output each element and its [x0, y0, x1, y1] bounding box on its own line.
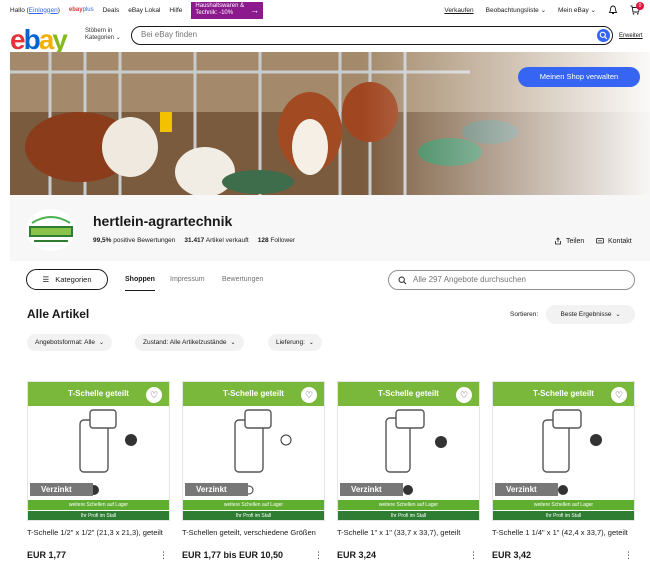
profi-strip: Ihr Profi im Stall	[28, 511, 169, 520]
search-icon	[398, 276, 407, 285]
tab-shop[interactable]: Shoppen	[125, 276, 155, 291]
share-icon	[555, 237, 561, 245]
more-options-icon[interactable]: ⋮	[159, 550, 168, 561]
my-ebay-link[interactable]: Mein eBay ⌄	[558, 6, 596, 14]
product-image[interactable]: T-Schelle geteilt ♡ Verzinkt weitere Sch…	[182, 381, 325, 521]
store-stats: 99,5% positive Bewertungen 31.417 Artike…	[93, 237, 295, 244]
product-price: EUR 1,77	[27, 550, 67, 560]
store-search-input[interactable]	[413, 275, 623, 284]
header: ebay Stöbern in Kategorien ⌄ Erweitert	[0, 20, 650, 55]
galvanized-badge: Verzinkt	[495, 483, 558, 496]
menu-icon: ☰	[42, 275, 50, 284]
chevron-down-icon: ⌄	[98, 340, 105, 346]
store-banner-image: Meinen Shop verwalten	[10, 52, 650, 195]
galvanized-badge: Verzinkt	[30, 483, 93, 496]
profi-strip: Ihr Profi im Stall	[183, 511, 324, 520]
product-price: EUR 3,42	[492, 550, 532, 560]
browse-categories-button[interactable]: Stöbern in Kategorien ⌄	[85, 28, 121, 42]
filter-delivery[interactable]: Lieferung: ⌄	[268, 334, 322, 351]
contact-button[interactable]: Kontakt	[596, 237, 632, 245]
stock-strip: weitere Schellen auf Lager	[28, 500, 169, 510]
chevron-down-icon: ⌄	[115, 35, 121, 41]
manage-shop-button[interactable]: Meinen Shop verwalten	[518, 67, 640, 87]
chevron-down-icon: ⌄	[590, 7, 596, 14]
search-input[interactable]	[141, 30, 581, 39]
product-card[interactable]: T-Schelle geteilt ♡ Verzinkt weitere Sch…	[492, 381, 635, 560]
filter-format[interactable]: Angebotsformat: Alle ⌄	[27, 334, 113, 351]
cart-icon[interactable]: 0	[630, 2, 644, 15]
share-button[interactable]: Teilen	[554, 237, 584, 245]
bell-icon[interactable]	[608, 5, 618, 15]
more-options-icon[interactable]: ⋮	[624, 550, 633, 561]
search-button[interactable]	[597, 28, 610, 42]
help-link[interactable]: Hilfe	[169, 7, 182, 14]
store-logo	[26, 209, 76, 251]
sell-link[interactable]: Verkaufen	[444, 7, 473, 14]
product-image[interactable]: T-Schelle geteilt ♡ Verzinkt weitere Sch…	[27, 381, 170, 521]
profi-strip: Ihr Profi im Stall	[338, 511, 479, 520]
product-image[interactable]: T-Schelle geteilt ♡ Verzinkt weitere Sch…	[337, 381, 480, 521]
store-info-bar: hertlein-agrartechnik 99,5% positive Bew…	[10, 195, 650, 261]
store-search-bar	[388, 270, 635, 290]
stock-strip: weitere Schellen auf Lager	[338, 500, 479, 510]
profi-strip: Ihr Profi im Stall	[493, 511, 634, 520]
sort-dropdown[interactable]: Beste Ergebnisse ⌄	[546, 305, 635, 324]
chevron-down-icon: ⌄	[230, 340, 236, 346]
section-title: Alle Artikel	[27, 307, 90, 321]
product-card[interactable]: T-Schelle geteilt ♡ Verzinkt weitere Sch…	[337, 381, 480, 560]
stock-strip: weitere Schellen auf Lager	[183, 500, 324, 510]
top-nav: Hallo (Einloggen) ebayplus Deals eBay Lo…	[0, 0, 650, 20]
ebay-lokal-link[interactable]: eBay Lokal	[128, 7, 160, 14]
product-card[interactable]: T-Schelle geteilt ♡ Verzinkt weitere Sch…	[182, 381, 325, 560]
tab-imprint[interactable]: Impressum	[170, 276, 205, 283]
filter-condition[interactable]: Zustand: Alle Artikelzustände ⌄	[135, 334, 244, 351]
stock-strip: weitere Schellen auf Lager	[493, 500, 634, 510]
arrow-right-icon: →	[250, 4, 260, 15]
chevron-down-icon: ⌄	[540, 7, 547, 14]
product-title[interactable]: T-Schelle 1/2" x 1/2" (21,3 x 21,3), get…	[27, 528, 170, 548]
galvanized-badge: Verzinkt	[185, 483, 248, 496]
sort-label: Sortieren:	[510, 311, 539, 318]
deals-link[interactable]: Deals	[103, 7, 120, 14]
more-options-icon[interactable]: ⋮	[314, 550, 323, 561]
chevron-down-icon: ⌄	[615, 312, 621, 318]
product-image[interactable]: T-Schelle geteilt ♡ Verzinkt weitere Sch…	[492, 381, 635, 521]
greeting: Hallo (Einloggen)	[10, 6, 60, 14]
search-bar	[131, 26, 613, 45]
store-name: hertlein-agrartechnik	[93, 213, 233, 229]
promo-banner[interactable]: Haushaltswaren & Technik: -10% →	[191, 1, 264, 19]
tab-reviews[interactable]: Bewertungen	[222, 276, 263, 283]
signin-link[interactable]: Einloggen	[29, 7, 58, 14]
categories-button[interactable]: ☰ Kategorien	[26, 269, 108, 290]
ebay-plus-logo[interactable]: ebayplus	[69, 7, 94, 13]
advanced-search-link[interactable]: Erweitert	[619, 33, 643, 39]
product-price: EUR 1,77 bis EUR 10,50	[182, 550, 284, 560]
product-price: EUR 3,24	[337, 550, 377, 560]
product-title[interactable]: T-Schellen geteilt, verschiedene Größen	[182, 528, 325, 548]
message-icon	[596, 238, 604, 244]
cart-count-badge: 0	[636, 2, 644, 10]
watchlist-link[interactable]: Beobachtungsliste ⌄	[486, 6, 546, 14]
more-options-icon[interactable]: ⋮	[469, 550, 478, 561]
galvanized-badge: Verzinkt	[340, 483, 403, 496]
product-title[interactable]: T-Schelle 1" x 1" (33,7 x 33,7), geteilt	[337, 528, 480, 548]
product-card[interactable]: T-Schelle geteilt ♡ Verzinkt weitere Sch…	[27, 381, 170, 560]
search-icon	[599, 31, 608, 39]
product-title[interactable]: T-Schelle 1 1/4" x 1" (42,4 x 33,7), get…	[492, 528, 635, 548]
chevron-down-icon: ⌄	[308, 340, 314, 346]
